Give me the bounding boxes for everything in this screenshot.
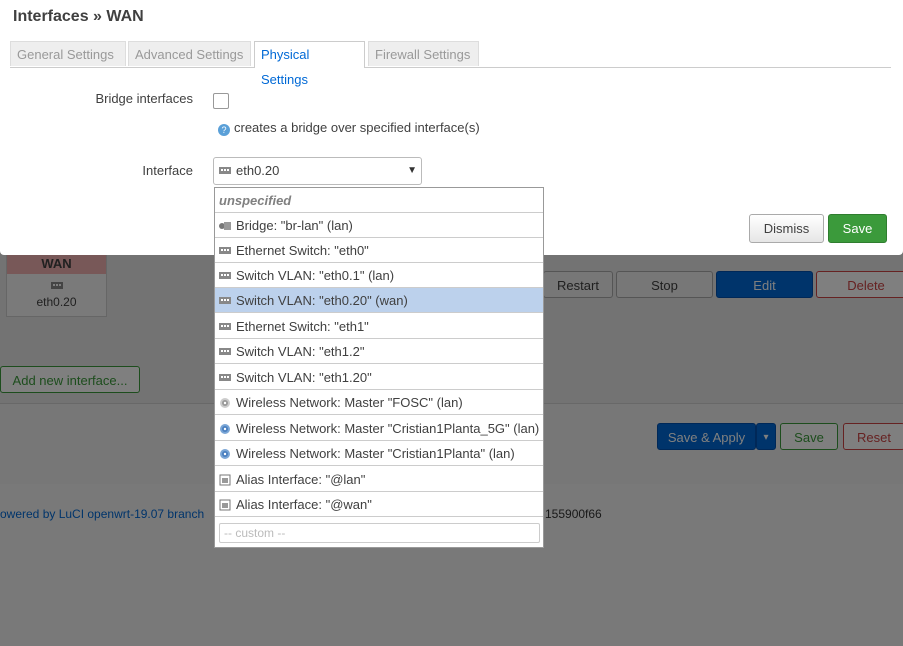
wireless-icon <box>218 392 232 408</box>
modal-tabs: General Settings Advanced Settings Physi… <box>10 41 891 87</box>
tab-physical-settings[interactable]: Physical Settings <box>254 41 365 87</box>
option-vlan-eth1-2[interactable]: Switch VLAN: "eth1.2" <box>215 339 543 364</box>
option-alias-lan[interactable]: Alias Interface: "@lan" <box>215 467 543 492</box>
save-button[interactable]: Save <box>828 214 887 243</box>
alias-icon <box>218 494 232 511</box>
ethernet-icon <box>218 240 232 254</box>
bridge-icon <box>218 215 232 230</box>
tab-firewall-settings[interactable]: Firewall Settings <box>368 41 479 66</box>
option-wireless-cristian1planta[interactable]: Wireless Network: Master "Cristian1Plant… <box>215 441 543 466</box>
bridge-hint-text: creates a bridge over specified interfac… <box>234 120 480 135</box>
vlan-icon <box>218 290 232 304</box>
help-icon: ? <box>218 124 230 136</box>
bridge-hint: ? creates a bridge over specified interfa… <box>218 120 480 136</box>
option-alias-wan[interactable]: Alias Interface: "@wan" <box>215 492 543 517</box>
vlan-icon <box>218 367 232 381</box>
ethernet-icon <box>218 316 232 330</box>
vlan-icon <box>218 265 232 279</box>
wireless-icon <box>218 443 232 459</box>
tab-general-settings[interactable]: General Settings <box>10 41 126 66</box>
interface-dropdown-list: unspecified Bridge: "br-lan" (lan) Ether… <box>214 187 544 548</box>
alias-icon <box>218 469 232 486</box>
option-vlan-eth1-20[interactable]: Switch VLAN: "eth1.20" <box>215 365 543 390</box>
option-wireless-cristian1planta-5g[interactable]: Wireless Network: Master "Cristian1Plant… <box>215 416 543 441</box>
option-wireless-fosc[interactable]: Wireless Network: Master "FOSC" (lan) <box>215 390 543 415</box>
vlan-icon <box>218 160 232 174</box>
wireless-icon <box>218 418 232 434</box>
option-ethernet-eth1[interactable]: Ethernet Switch: "eth1" <box>215 314 543 339</box>
chevron-down-icon: ▼ <box>407 165 417 176</box>
interface-select[interactable]: eth0.20 ▼ <box>213 157 422 185</box>
option-ethernet-eth0[interactable]: Ethernet Switch: "eth0" <box>215 238 543 263</box>
option-bridge-br-lan[interactable]: Bridge: "br-lan" (lan) <box>215 213 543 238</box>
bridge-interfaces-checkbox[interactable] <box>213 93 229 109</box>
option-vlan-eth0-20[interactable]: Switch VLAN: "eth0.20" (wan) <box>215 288 543 313</box>
custom-interface-input[interactable]: -- custom -- <box>219 523 540 543</box>
option-vlan-eth0-1[interactable]: Switch VLAN: "eth0.1" (lan) <box>215 263 543 288</box>
interface-select-value: eth0.20 <box>236 163 280 178</box>
interface-label: Interface <box>142 163 193 178</box>
modal-title: Interfaces » WAN <box>13 8 144 25</box>
tab-advanced-settings[interactable]: Advanced Settings <box>128 41 251 66</box>
dismiss-button[interactable]: Dismiss <box>749 214 824 243</box>
vlan-icon <box>218 341 232 355</box>
bridge-interfaces-label: Bridge interfaces <box>95 91 193 106</box>
option-unspecified[interactable]: unspecified <box>215 188 543 213</box>
